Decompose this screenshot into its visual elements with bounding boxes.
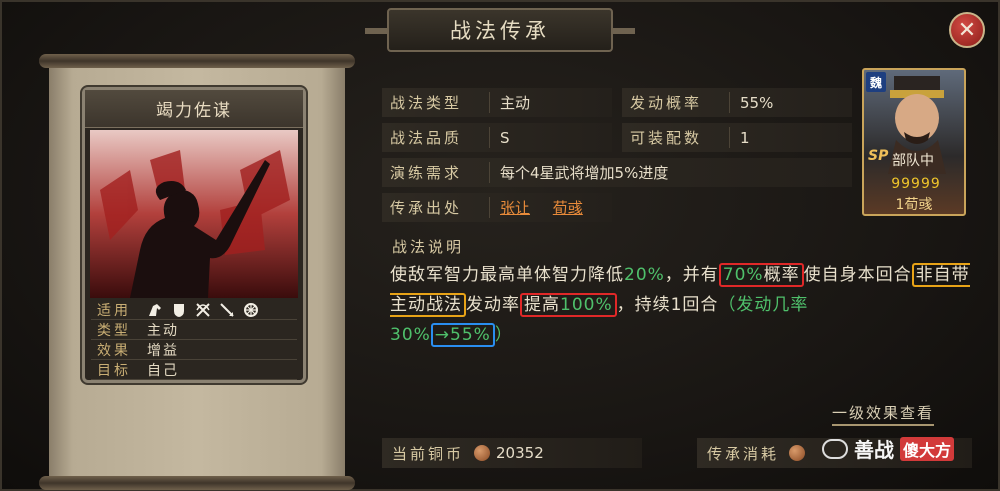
desc-text: 发动率 <box>466 295 520 315</box>
bow-icon <box>195 302 211 318</box>
desc-text: ， <box>616 295 635 315</box>
desc-note: （发动几率 <box>718 295 809 315</box>
general-portrait[interactable]: 魏 SP 部队中 99999 1荀彧 <box>862 68 966 216</box>
wheel-icon <box>243 302 259 318</box>
coin-icon <box>474 445 491 461</box>
attr-row-target: 目标 自己 <box>91 360 297 380</box>
info-quality: 战法品质 S <box>382 123 612 152</box>
info-equip: 可装配数 1 <box>622 123 852 152</box>
close-icon: ✕ <box>957 17 977 43</box>
info-value: 主动 <box>500 94 531 112</box>
scroll-rod-bottom <box>39 476 355 490</box>
watermark-text: 善战 <box>854 438 894 462</box>
cavalry-icon <box>147 302 163 318</box>
shield-icon <box>171 302 187 318</box>
general-name: 1荀彧 <box>895 197 933 213</box>
highlight-box-red: 70%概率 <box>718 263 804 287</box>
unit-position: 部队中 <box>892 153 934 169</box>
info-value: 张让 荀彧 <box>490 197 601 218</box>
desc-value: 100% <box>560 295 613 315</box>
close-button[interactable]: ✕ <box>949 12 985 48</box>
tactic-card: 竭力佐谋 适用 类型 主动 效果 增益 目标 自己 <box>82 87 306 383</box>
coin-icon <box>789 445 806 461</box>
desc-value: 70% <box>722 265 764 285</box>
attr-value: 增益 <box>147 342 179 359</box>
attr-row-applicable: 适用 <box>91 300 297 320</box>
attr-label: 适用 <box>97 302 131 319</box>
info-value: 1 <box>740 128 750 147</box>
wechat-icon <box>822 438 848 459</box>
coins-label: 当前铜币 <box>392 444 465 463</box>
desc-value: 20% <box>624 265 665 285</box>
attr-row-type: 类型 主动 <box>91 320 297 340</box>
attr-row-effect: 效果 增益 <box>91 340 297 360</box>
scroll-rod-top <box>39 54 355 68</box>
spear-icon <box>219 302 235 318</box>
info-rate: 发动概率 55% <box>622 88 852 117</box>
highlight-box-blue: →55% <box>430 323 495 347</box>
desc-note: 30% <box>390 325 431 345</box>
info-value: S <box>500 128 510 147</box>
tactic-attributes: 适用 类型 主动 效果 增益 目标 自己 <box>91 300 297 380</box>
info-label: 发动概率 <box>622 92 730 113</box>
cost-label: 传承消耗 <box>707 444 780 463</box>
desc-note: ） <box>494 325 513 345</box>
watermark: 善战 傻大方 <box>822 434 955 463</box>
highlight-box-red: 提高100% <box>520 293 617 317</box>
info-label: 战法类型 <box>382 92 490 113</box>
desc-text: 持续1回合 <box>634 295 719 315</box>
faction-badge: 魏 <box>866 72 886 92</box>
info-training: 演练需求 每个4星武将增加5%进度 <box>382 158 852 187</box>
sp-badge: SP <box>868 148 889 164</box>
arrow-icon: → <box>434 325 451 345</box>
attr-label: 效果 <box>97 342 131 359</box>
watermark-badge: 傻大方 <box>900 436 955 461</box>
desc-text: 使敌军智力最高单体智力降低 <box>390 265 624 285</box>
star-rating: 99999 <box>891 176 941 192</box>
attr-label: 目标 <box>97 362 131 379</box>
tactic-card-title: 竭力佐谋 <box>85 90 303 128</box>
tactic-art <box>90 130 298 298</box>
source-link[interactable]: 荀彧 <box>553 199 583 217</box>
tactic-description: 使敌军智力最高单体智力降低20%，并有 70%概率 使自身本回合 非自带主动战法 发动率… <box>390 260 970 350</box>
desc-text: 使自身本回合 <box>803 265 912 285</box>
source-link[interactable]: 张让 <box>500 199 530 217</box>
attr-value: 主动 <box>147 322 179 339</box>
attr-label: 类型 <box>97 322 131 339</box>
info-type: 战法类型 主动 <box>382 88 612 117</box>
info-label: 演练需求 <box>382 162 490 183</box>
dialog-frame: 战法传承 ✕ 竭力佐谋 适用 类型 主动 效果 增益 目标 自己 战法类型 主动… <box>0 0 1000 491</box>
desc-text: 提高 <box>524 295 560 315</box>
unit-type-icons <box>147 302 259 318</box>
desc-text: ，并有 <box>664 265 719 285</box>
desc-note: 55% <box>450 325 491 345</box>
info-value: 55% <box>740 93 774 112</box>
info-label: 传承出处 <box>382 197 490 218</box>
info-source: 传承出处 张让 荀彧 <box>382 193 612 222</box>
info-value: 每个4星武将增加5%进度 <box>500 164 669 182</box>
info-label: 战法品质 <box>382 127 490 148</box>
coins-value: 20352 <box>496 444 544 462</box>
attr-value: 自己 <box>147 362 179 379</box>
info-label: 可装配数 <box>622 127 730 148</box>
current-coins: 当前铜币 20352 <box>382 438 642 468</box>
desc-text: 概率 <box>763 265 800 285</box>
level-effect-link[interactable]: 一级效果查看 <box>832 402 935 426</box>
description-title: 战法说明 <box>392 238 465 256</box>
dialog-title: 战法传承 <box>365 8 635 52</box>
